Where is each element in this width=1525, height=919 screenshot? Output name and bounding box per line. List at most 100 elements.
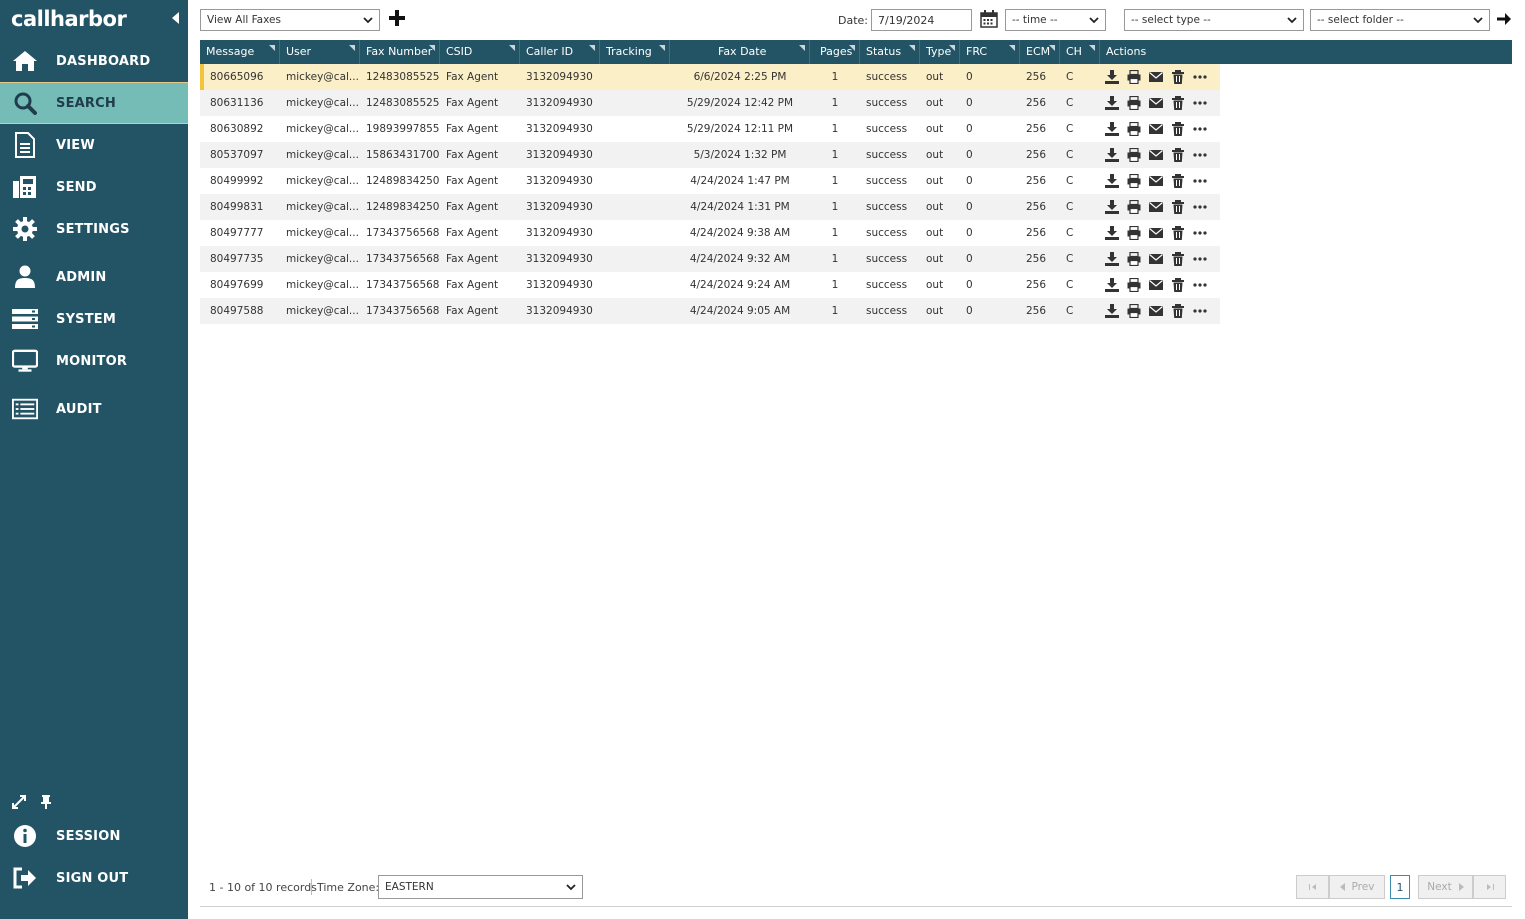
view-select[interactable]: View All Faxes (200, 9, 380, 31)
column-menu-icon[interactable] (799, 45, 805, 51)
column-header-user[interactable]: User (280, 40, 360, 64)
trash-icon[interactable] (1171, 304, 1185, 318)
next-page-button[interactable]: Next (1418, 875, 1473, 899)
column-header-fax-date[interactable]: Fax Date (670, 40, 810, 64)
column-header-pages[interactable]: Pages (810, 40, 860, 64)
table-row[interactable]: 80665096 mickey@cal... 12483085525 Fax Agen… (200, 64, 1220, 90)
sidebar-item-system[interactable]: SYSTEM (0, 298, 188, 340)
column-menu-icon[interactable] (1049, 45, 1055, 51)
trash-icon[interactable] (1171, 252, 1185, 266)
column-menu-icon[interactable] (849, 45, 855, 51)
email-icon[interactable] (1149, 148, 1163, 162)
sidebar-item-send[interactable]: SEND (0, 166, 188, 208)
column-menu-icon[interactable] (659, 45, 665, 51)
download-icon[interactable] (1105, 252, 1119, 266)
sidebar-item-search[interactable]: SEARCH (0, 82, 188, 124)
print-icon[interactable] (1127, 199, 1141, 215)
column-header-type[interactable]: Type (920, 40, 960, 64)
email-icon[interactable] (1149, 70, 1163, 84)
trash-icon[interactable] (1171, 70, 1185, 84)
more-icon[interactable] (1193, 174, 1207, 188)
download-icon[interactable] (1105, 304, 1119, 318)
pin-icon[interactable] (40, 795, 52, 812)
trash-icon[interactable] (1171, 174, 1185, 188)
go-arrow-icon[interactable] (1496, 11, 1512, 30)
more-icon[interactable] (1193, 304, 1207, 318)
last-page-button[interactable] (1473, 875, 1506, 899)
email-icon[interactable] (1149, 174, 1163, 188)
add-icon[interactable] (389, 10, 405, 29)
column-header-tracking[interactable]: Tracking (600, 40, 670, 64)
download-icon[interactable] (1105, 278, 1119, 292)
download-icon[interactable] (1105, 226, 1119, 240)
table-row[interactable]: 80497777 mickey@cal... 17343756568 Fax Agen… (200, 220, 1220, 246)
email-icon[interactable] (1149, 122, 1163, 136)
table-row[interactable]: 80537097 mickey@cal... 15863431700 Fax Agen… (200, 142, 1220, 168)
column-header-caller-id[interactable]: Caller ID (520, 40, 600, 64)
print-icon[interactable] (1127, 303, 1141, 319)
expand-icon[interactable] (12, 795, 26, 812)
sidebar-item-view[interactable]: VIEW (0, 124, 188, 166)
trash-icon[interactable] (1171, 122, 1185, 136)
download-icon[interactable] (1105, 200, 1119, 214)
table-row[interactable]: 80497735 mickey@cal... 17343756568 Fax Agen… (200, 246, 1220, 272)
trash-icon[interactable] (1171, 148, 1185, 162)
column-menu-icon[interactable] (429, 45, 435, 51)
email-icon[interactable] (1149, 226, 1163, 240)
column-menu-icon[interactable] (1089, 45, 1095, 51)
download-icon[interactable] (1105, 148, 1119, 162)
time-select[interactable]: -- time -- (1005, 9, 1106, 31)
email-icon[interactable] (1149, 304, 1163, 318)
column-menu-icon[interactable] (1009, 45, 1015, 51)
column-header-ecm[interactable]: ECM (1020, 40, 1060, 64)
column-header-fax-number[interactable]: Fax Number (360, 40, 440, 64)
more-icon[interactable] (1193, 122, 1207, 136)
download-icon[interactable] (1105, 70, 1119, 84)
column-header-status[interactable]: Status (860, 40, 920, 64)
download-icon[interactable] (1105, 174, 1119, 188)
download-icon[interactable] (1105, 96, 1119, 110)
more-icon[interactable] (1193, 226, 1207, 240)
sidebar-item-admin[interactable]: ADMIN (0, 256, 188, 298)
trash-icon[interactable] (1171, 200, 1185, 214)
table-row[interactable]: 80631136 mickey@cal... 12483085525 Fax Agen… (200, 90, 1220, 116)
table-row[interactable]: 80497588 mickey@cal... 17343756568 Fax Agen… (200, 298, 1220, 324)
collapse-sidebar-icon[interactable] (172, 12, 179, 24)
more-icon[interactable] (1193, 200, 1207, 214)
print-icon[interactable] (1127, 277, 1141, 293)
trash-icon[interactable] (1171, 96, 1185, 110)
more-icon[interactable] (1193, 96, 1207, 110)
email-icon[interactable] (1149, 252, 1163, 266)
column-menu-icon[interactable] (949, 45, 955, 51)
column-menu-icon[interactable] (589, 45, 595, 51)
folder-select[interactable]: -- select folder -- (1310, 9, 1490, 31)
trash-icon[interactable] (1171, 278, 1185, 292)
print-icon[interactable] (1127, 147, 1141, 163)
column-header-message[interactable]: Message (200, 40, 280, 64)
table-row[interactable]: 80630892 mickey@cal... 19893997855 Fax Agen… (200, 116, 1220, 142)
first-page-button[interactable] (1296, 875, 1329, 899)
column-menu-icon[interactable] (349, 45, 355, 51)
column-menu-icon[interactable] (909, 45, 915, 51)
print-icon[interactable] (1127, 69, 1141, 85)
email-icon[interactable] (1149, 278, 1163, 292)
page-number-button[interactable]: 1 (1390, 875, 1410, 899)
column-header-csid[interactable]: CSID (440, 40, 520, 64)
sidebar-item-sign-out[interactable]: SIGN OUT (0, 857, 188, 899)
table-row[interactable]: 80497699 mickey@cal... 17343756568 Fax Agen… (200, 272, 1220, 298)
time-zone-select[interactable]: EASTERN (378, 875, 583, 899)
column-header-frc[interactable]: FRC (960, 40, 1020, 64)
email-icon[interactable] (1149, 96, 1163, 110)
print-icon[interactable] (1127, 225, 1141, 241)
print-icon[interactable] (1127, 173, 1141, 189)
sidebar-item-session[interactable]: SESSION (0, 815, 188, 857)
sidebar-item-settings[interactable]: SETTINGS (0, 208, 188, 250)
column-menu-icon[interactable] (269, 45, 275, 51)
calendar-icon[interactable] (980, 10, 998, 31)
column-menu-icon[interactable] (509, 45, 515, 51)
email-icon[interactable] (1149, 200, 1163, 214)
download-icon[interactable] (1105, 122, 1119, 136)
sidebar-item-audit[interactable]: AUDIT (0, 388, 188, 430)
sidebar-item-monitor[interactable]: MONITOR (0, 340, 188, 382)
sidebar-item-dashboard[interactable]: DASHBOARD (0, 40, 188, 82)
